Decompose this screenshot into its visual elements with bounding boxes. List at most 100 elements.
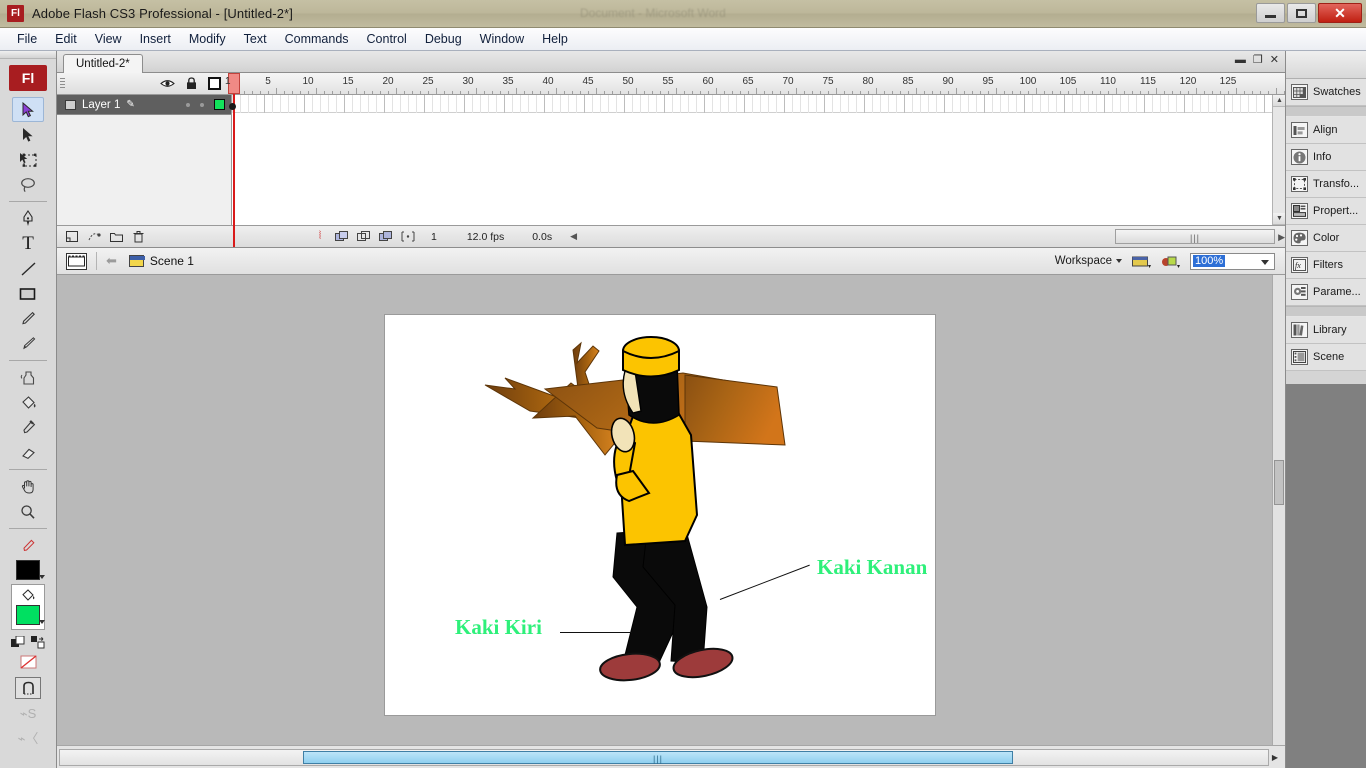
timeline-frame-cell[interactable] (360, 95, 361, 113)
timeline-frame-cell[interactable] (1120, 95, 1121, 113)
timeline-ruler[interactable]: 1510152025303540455055606570758085909510… (232, 73, 1285, 95)
timeline-frame-cell[interactable] (256, 95, 257, 113)
timeline-grip[interactable] (60, 78, 65, 90)
timeline-frame-cell[interactable] (864, 95, 865, 113)
menu-text[interactable]: Text (235, 30, 276, 48)
timeline-frame-cell[interactable] (672, 95, 673, 113)
timeline-frame-cell[interactable] (328, 95, 329, 113)
timeline-frame-cell[interactable] (904, 95, 905, 113)
timeline-frame-cell[interactable] (760, 95, 761, 113)
timeline-frame-cell[interactable] (592, 95, 593, 113)
timeline-frame-cell[interactable] (528, 95, 529, 113)
subselection-tool[interactable] (12, 122, 44, 147)
annotation-kaki-kanan[interactable]: Kaki Kanan (817, 555, 927, 580)
timeline-frame-cell[interactable] (776, 95, 777, 113)
timeline-frame-cell[interactable] (832, 95, 833, 113)
timeline-frame-cell[interactable] (648, 95, 649, 113)
no-color-icon[interactable] (20, 655, 37, 669)
timeline-frame-cell[interactable] (376, 95, 377, 113)
timeline-frame-cell[interactable] (1160, 95, 1161, 113)
timeline-frame-cell[interactable] (448, 95, 449, 113)
timeline-frame-cell[interactable] (544, 95, 545, 113)
stage-vertical-scrollbar[interactable] (1272, 275, 1285, 745)
pen-tool[interactable] (12, 206, 44, 231)
timeline-frame-cell[interactable] (408, 95, 409, 113)
ink-bottle-tool[interactable] (12, 365, 44, 390)
timeline-frame-cell[interactable] (720, 95, 721, 113)
timeline-frame-cell[interactable] (744, 95, 745, 113)
layer-outline-color-swatch[interactable] (214, 99, 225, 110)
scene-name-label[interactable]: Scene 1 (150, 254, 194, 268)
timeline-frame-cell[interactable] (1008, 95, 1009, 113)
timeline-frame-cell[interactable] (1240, 95, 1241, 113)
timeline-frame-cell[interactable] (1168, 95, 1169, 113)
timeline-frame-cell[interactable] (624, 95, 625, 113)
zoom-dropdown-chevron-icon[interactable] (1261, 259, 1269, 265)
timeline-frame-cell[interactable] (1096, 95, 1097, 113)
panel-item-info[interactable]: Info (1286, 144, 1366, 171)
timeline-frame-cell[interactable] (728, 95, 729, 113)
panel-restore-icon[interactable]: ❐ (1253, 55, 1263, 66)
timeline-frame-cell[interactable] (1000, 95, 1001, 113)
timeline-frame-cell[interactable] (288, 95, 289, 113)
restore-button[interactable] (1287, 3, 1316, 23)
timeline-frame-cell[interactable] (304, 95, 305, 113)
eyedropper-tool[interactable] (12, 415, 44, 440)
timeline-frame-cell[interactable] (320, 95, 321, 113)
timeline-frame-cell[interactable] (472, 95, 473, 113)
timeline-frame-cell[interactable] (824, 95, 825, 113)
timeline-frame-cell[interactable] (1112, 95, 1113, 113)
timeline-vertical-scrollbar[interactable]: ▲ ▼ (1272, 95, 1286, 225)
frame-rate-indicator[interactable]: 12.0 fps (467, 231, 504, 243)
minimize-button[interactable] (1256, 3, 1285, 23)
timeline-frame-cell[interactable] (680, 95, 681, 113)
outline-icon[interactable] (208, 77, 221, 90)
timeline-frame-cell[interactable] (496, 95, 497, 113)
timeline-frame-cell[interactable] (1192, 95, 1193, 113)
stage-hscroll-thumb[interactable]: ||| (303, 751, 1013, 764)
timeline-frame-cell[interactable] (856, 95, 857, 113)
swap-colors-icon[interactable] (31, 636, 45, 649)
timeline-frame-cell[interactable] (880, 95, 881, 113)
fill-color-swatch[interactable] (16, 605, 45, 625)
timeline-frame-cell[interactable] (992, 95, 993, 113)
timeline-frame-cell[interactable] (712, 95, 713, 113)
new-layer-button[interactable] (65, 230, 79, 243)
timeline-frame-cell[interactable] (792, 95, 793, 113)
timeline-frame-cell[interactable] (1208, 95, 1209, 113)
timeline-frame-cell[interactable] (888, 95, 889, 113)
timeline-frame-cell[interactable] (944, 95, 945, 113)
timeline-frame-cell[interactable] (600, 95, 601, 113)
stroke-color-eyedropper-icon[interactable] (12, 533, 44, 558)
menu-window[interactable]: Window (471, 30, 533, 48)
timeline-frame-cell[interactable] (1040, 95, 1041, 113)
playhead[interactable]: 1 (225, 73, 240, 247)
timeline-frame-cell[interactable] (464, 95, 465, 113)
timeline-frame-cell[interactable] (312, 95, 313, 113)
stage-hscroll-track[interactable]: ||| (59, 749, 1269, 766)
timeline-frame-cell[interactable] (352, 95, 353, 113)
timeline-frame-cell[interactable] (816, 95, 817, 113)
back-arrow-icon[interactable]: ⬅ (106, 253, 117, 269)
zoom-tool[interactable] (12, 499, 44, 524)
straighten-button[interactable]: ⌁〈 (0, 728, 56, 747)
timeline-frame-cell[interactable] (968, 95, 969, 113)
timeline-frame-cell[interactable] (424, 95, 425, 113)
menu-debug[interactable]: Debug (416, 30, 471, 48)
timeline-frame-cell[interactable] (912, 95, 913, 113)
free-transform-tool[interactable] (12, 147, 44, 172)
timeline-frame-cell[interactable] (456, 95, 457, 113)
timeline-frame-cell[interactable] (1048, 95, 1049, 113)
onion-skin-outlines-button[interactable] (357, 230, 371, 243)
timeline-frame-cell[interactable] (1216, 95, 1217, 113)
timeline-frame-cell[interactable] (416, 95, 417, 113)
tools-panel-grip[interactable] (0, 51, 56, 59)
timeline-frame-cell[interactable] (976, 95, 977, 113)
timeline-frame-cell[interactable] (432, 95, 433, 113)
timeline-scroll-left-arrow[interactable]: ◀ (570, 231, 577, 242)
lock-icon[interactable] (186, 77, 197, 90)
layer-row-layer-1[interactable]: Layer 1 ✎ (57, 95, 231, 115)
hand-tool[interactable] (12, 474, 44, 499)
eraser-tool[interactable] (12, 440, 44, 465)
timeline-frame-cell[interactable] (400, 95, 401, 113)
